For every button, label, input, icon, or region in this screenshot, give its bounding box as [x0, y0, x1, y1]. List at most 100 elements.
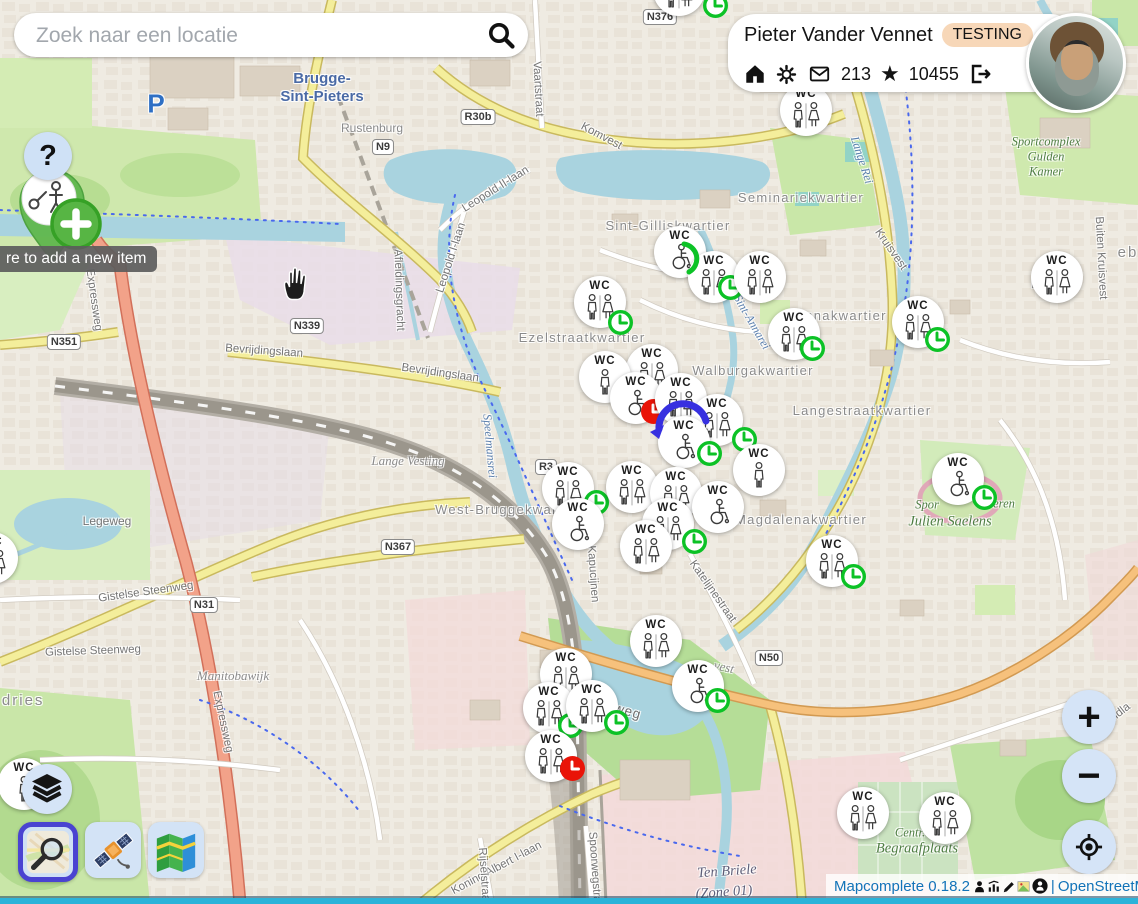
satellite-icon: [89, 826, 137, 874]
marker-label: WC: [673, 421, 694, 433]
toilet-pictogram-mf: [843, 804, 883, 833]
background-option-satellite[interactable]: [85, 822, 141, 878]
toilet-pictogram-wheel: [664, 433, 704, 462]
folded-map-icon: [153, 827, 199, 873]
testing-badge: TESTING: [942, 23, 1033, 47]
pencil-icon: [1002, 879, 1016, 894]
contributor-icon: [973, 879, 986, 894]
marker-label: WC: [645, 620, 666, 632]
marker-label: WC: [621, 466, 642, 478]
marker-label: WC: [852, 792, 873, 804]
openstreetmap-link[interactable]: OpenStreetMap: [1058, 878, 1138, 895]
add-item-tooltip: re to add a new item: [0, 246, 157, 272]
attribution-bar: Mapcomplete 0.18.2: [826, 874, 1138, 898]
messages-icon[interactable]: [807, 63, 832, 85]
changes-count[interactable]: 10455: [909, 64, 959, 85]
user-name: Pieter Vander Vennet: [744, 24, 933, 47]
map-marker-toilet-mf[interactable]: WC: [688, 251, 740, 303]
attribution-separator: |: [1051, 878, 1055, 895]
marker-label: WC: [555, 653, 576, 665]
map-marker-toilet-mf[interactable]: WC: [566, 680, 618, 732]
map-marker-toilet-wheel[interactable]: WC: [932, 453, 984, 505]
marker-label: WC: [670, 378, 691, 390]
marker-label: WC: [538, 687, 559, 699]
marker-label: WC: [589, 281, 610, 293]
map-marker-toilet-mf[interactable]: WC: [1031, 251, 1083, 303]
user-avatar[interactable]: [1026, 13, 1126, 113]
geolocate-button[interactable]: [1062, 820, 1116, 874]
attribution-icons[interactable]: [973, 878, 1048, 894]
help-button[interactable]: ?: [24, 132, 72, 180]
map-marker-toilet-mf[interactable]: WC: [837, 787, 889, 839]
map-marker-toilet-mf[interactable]: WC: [892, 296, 944, 348]
search-bar[interactable]: [14, 13, 528, 57]
home-icon[interactable]: [744, 63, 766, 85]
background-layer-picker: [18, 822, 204, 882]
marker-label: WC: [581, 685, 602, 697]
marker-label: WC: [706, 399, 727, 411]
map-marker-toilet-wheel[interactable]: WC: [672, 660, 724, 712]
zoom-out-button[interactable]: −: [1062, 749, 1116, 803]
user-panel[interactable]: Pieter Vander Vennet TESTING 213 ★ 10455: [728, 14, 1078, 92]
marker-label: WC: [594, 356, 615, 368]
marker-label: WC: [669, 231, 690, 243]
marker-label: WC: [687, 665, 708, 677]
marker-label: WC: [657, 503, 678, 515]
map-marker-toilet-mf[interactable]: WC: [806, 535, 858, 587]
background-option-osm-selected[interactable]: [18, 822, 78, 882]
map-marker-toilet-wheel[interactable]: WC: [692, 481, 744, 533]
toilet-pictogram-mf: [572, 697, 612, 726]
toilet-pictogram-mf: [898, 313, 938, 342]
layers-button[interactable]: [22, 764, 72, 814]
marker-label: WC: [934, 797, 955, 809]
toilet-pictogram-mf: [529, 699, 569, 728]
marker-label: WC: [703, 256, 724, 268]
marker-label: WC: [625, 377, 646, 389]
toilet-pictogram-mf: [694, 268, 734, 297]
mapcomplete-app: Brugge- Sint-PietersRustenburgSint-Gilli…: [0, 0, 1138, 904]
marker-label: WC: [821, 540, 842, 552]
toilet-pictogram-mf: [531, 747, 571, 776]
hand-cursor-icon: [280, 266, 310, 302]
map-marker-toilet-mf[interactable]: WC: [525, 730, 577, 782]
gear-icon[interactable]: [775, 63, 798, 86]
logout-icon[interactable]: [968, 62, 992, 86]
map-marker-toilet-mf[interactable]: WC: [919, 792, 971, 844]
toilet-pictogram-single: [739, 461, 779, 490]
toilet-pictogram-mf: [812, 552, 852, 581]
map-marker-toilet-mf[interactable]: WC: [620, 520, 672, 572]
marker-label: WC: [748, 449, 769, 461]
messages-count[interactable]: 213: [841, 64, 871, 85]
toilet-pictogram-wheel: [698, 498, 738, 527]
map-marker-toilet-mf[interactable]: WC: [768, 308, 820, 360]
toilet-pictogram-mf: [0, 549, 12, 578]
crosshair-icon: [1070, 828, 1108, 866]
marker-label: WC: [947, 458, 968, 470]
search-icon[interactable]: [486, 20, 516, 50]
map-marker-toilet-mf[interactable]: WC: [734, 251, 786, 303]
layers-icon: [29, 771, 65, 807]
toilet-pictogram-mf: [925, 809, 965, 838]
map-marker-toilet-single[interactable]: WC: [733, 444, 785, 496]
toilet-pictogram-mf: [626, 537, 666, 566]
marker-label: WC: [567, 503, 588, 515]
toilet-pictogram-mf: [1037, 268, 1077, 297]
toilet-pictogram-mf: [659, 0, 699, 10]
mapcomplete-version-link[interactable]: Mapcomplete 0.18.2: [834, 878, 970, 895]
marker-label: WC: [641, 349, 662, 361]
marker-label: WC: [635, 525, 656, 537]
marker-label: WC: [749, 256, 770, 268]
marker-label: WC: [665, 472, 686, 484]
toilet-pictogram-mf: [786, 101, 826, 130]
map-marker-toilet-wheel[interactable]: WC: [658, 416, 710, 468]
toilet-pictogram-wheel: [558, 515, 598, 544]
map-marker-toilet-mf[interactable]: WC: [574, 276, 626, 328]
toilet-pictogram-mf: [636, 632, 676, 661]
map-marker-toilet-wheel[interactable]: WC: [552, 498, 604, 550]
zoom-in-button[interactable]: +: [1062, 690, 1116, 744]
search-input[interactable]: [34, 13, 478, 59]
map-marker-toilet-mf[interactable]: WC: [630, 615, 682, 667]
background-option-map[interactable]: [148, 822, 204, 878]
marker-label: WC: [783, 313, 804, 325]
toilet-pictogram-mf: [580, 293, 620, 322]
